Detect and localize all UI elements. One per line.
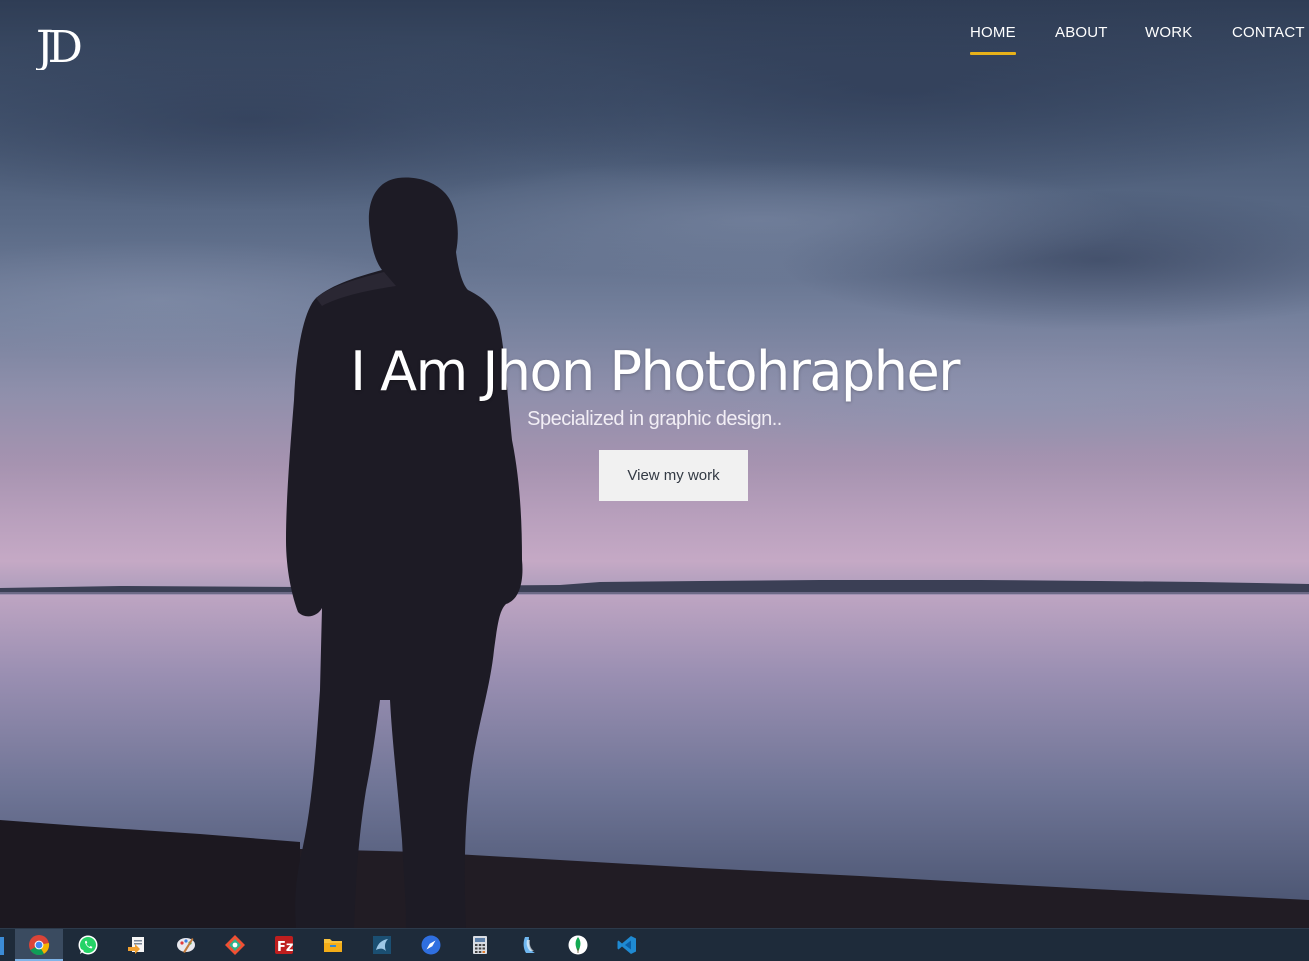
laragon-icon	[523, 937, 535, 953]
file-explorer-icon	[324, 939, 342, 952]
git-kraken-icon	[225, 935, 245, 955]
taskbar-mongodb[interactable]	[554, 929, 602, 961]
whatsapp-icon	[78, 935, 98, 955]
nav-home[interactable]: HOME	[970, 24, 1016, 55]
paint-palette-icon	[177, 938, 195, 953]
svg-text:Fz: Fz	[277, 940, 293, 955]
compass-icon	[421, 935, 441, 955]
mysql-workbench-icon	[373, 936, 391, 954]
hero-title: I Am Jhon Photohrapher	[350, 340, 960, 403]
start-button[interactable]	[0, 937, 4, 955]
taskbar-mysql-workbench[interactable]	[358, 929, 406, 961]
hero-subtitle: Specialized in graphic design..	[527, 408, 782, 430]
taskbar-file-explorer[interactable]	[309, 929, 357, 961]
mongodb-icon	[568, 935, 588, 955]
nav-contact[interactable]: CONTACT	[1232, 24, 1305, 41]
vscode-icon	[617, 936, 636, 954]
taskbar-filezilla[interactable]: Fz	[260, 929, 308, 961]
taskbar-chrome[interactable]	[15, 929, 63, 961]
taskbar-laragon[interactable]	[505, 929, 553, 961]
file-transfer-icon	[128, 937, 144, 954]
taskbar-gitkraken[interactable]	[211, 929, 259, 961]
taskbar-whatsapp[interactable]	[64, 929, 112, 961]
calculator-icon	[473, 936, 487, 954]
main-nav: HOME ABOUT WORK CONTACT	[0, 24, 1309, 64]
nav-work[interactable]: WORK	[1145, 24, 1192, 41]
nav-about[interactable]: ABOUT	[1055, 24, 1108, 41]
windows-taskbar: Fz	[0, 928, 1309, 961]
filezilla-icon: Fz	[275, 936, 293, 955]
hero-section: JD HOME ABOUT WORK CONTACT I Am Jhon Pho…	[0, 0, 1309, 928]
view-my-work-button[interactable]: View my work	[599, 450, 748, 501]
taskbar-calculator[interactable]	[456, 929, 504, 961]
taskbar-paint[interactable]	[162, 929, 210, 961]
chrome-icon	[29, 935, 50, 956]
taskbar-vscode[interactable]	[603, 929, 651, 961]
taskbar-file-transfer[interactable]	[113, 929, 161, 961]
taskbar-compass[interactable]	[407, 929, 455, 961]
